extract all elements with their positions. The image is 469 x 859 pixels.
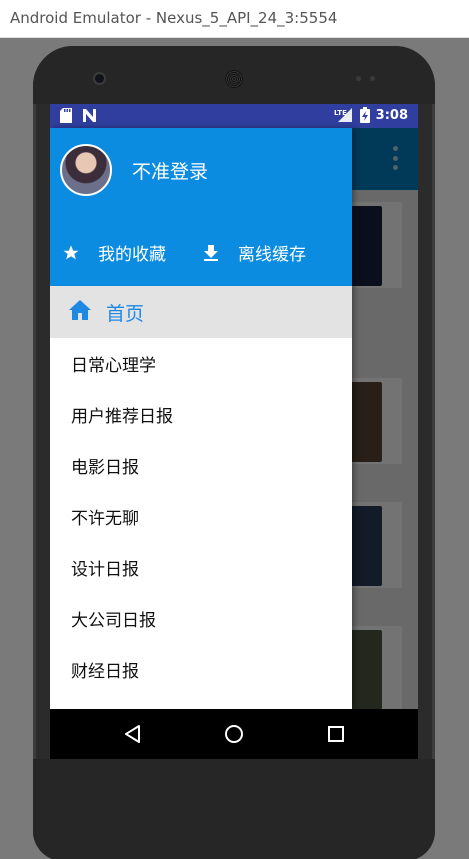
n-notification-icon xyxy=(83,109,96,122)
status-bar: LTE 3:08 xyxy=(50,104,418,128)
nav-item[interactable]: 财经日报 xyxy=(50,644,352,695)
front-camera xyxy=(95,74,104,83)
status-indicators: LTE 3:08 xyxy=(334,107,408,123)
favorites-button[interactable]: 我的收藏 xyxy=(62,240,166,265)
clock: 3:08 xyxy=(375,107,408,123)
nav-item[interactable]: 大公司日报 xyxy=(50,593,352,644)
notification-icons xyxy=(60,108,97,123)
favorites-label: 我的收藏 xyxy=(98,245,166,265)
download-icon xyxy=(202,244,220,262)
svg-text:LTE: LTE xyxy=(334,109,347,117)
system-nav-bar xyxy=(50,709,418,759)
earpiece-speaker xyxy=(225,70,243,88)
nav-item[interactable]: 设计日报 xyxy=(50,542,352,593)
drawer-header: 不准登录 我的收藏 离线缓存 xyxy=(50,128,352,286)
nav-item[interactable]: 不许无聊 xyxy=(50,491,352,542)
battery-charging-icon xyxy=(359,107,370,123)
emulator-titlebar: Android Emulator - Nexus_5_API_24_3:5554 xyxy=(0,0,469,38)
nav-item[interactable]: 日常心理学 xyxy=(50,338,352,389)
star-icon xyxy=(62,244,80,262)
light-sensor xyxy=(370,76,375,81)
home-circle-icon[interactable] xyxy=(222,722,246,746)
device-screen: LTE 3:08 不准登录 我的收藏 离线缓存 首页 日常心理学 用户推荐日报 … xyxy=(50,104,418,759)
back-triangle-icon[interactable] xyxy=(120,722,144,746)
offline-cache-button[interactable]: 离线缓存 xyxy=(202,240,306,265)
nav-item-home[interactable]: 首页 xyxy=(50,286,352,338)
phone-bottom-bezel xyxy=(33,759,435,859)
lte-signal-icon: LTE xyxy=(334,108,352,122)
home-icon xyxy=(68,299,92,325)
nav-list: 日常心理学 用户推荐日报 电影日报 不许无聊 设计日报 大公司日报 财经日报 xyxy=(50,338,352,695)
phone-top-bezel xyxy=(33,46,435,104)
nav-item-home-label: 首页 xyxy=(106,302,145,325)
recents-square-icon[interactable] xyxy=(324,722,348,746)
navigation-drawer: 不准登录 我的收藏 离线缓存 首页 日常心理学 用户推荐日报 电影日报 不许无聊… xyxy=(50,128,352,709)
sd-card-icon xyxy=(60,108,72,123)
offline-cache-label: 离线缓存 xyxy=(238,245,306,265)
nav-item[interactable]: 电影日报 xyxy=(50,440,352,491)
emulator-title: Android Emulator - Nexus_5_API_24_3:5554 xyxy=(10,9,338,27)
username-login[interactable]: 不准登录 xyxy=(132,157,208,184)
nav-item[interactable]: 用户推荐日报 xyxy=(50,389,352,440)
avatar[interactable] xyxy=(60,144,112,196)
proximity-sensor xyxy=(356,76,361,81)
